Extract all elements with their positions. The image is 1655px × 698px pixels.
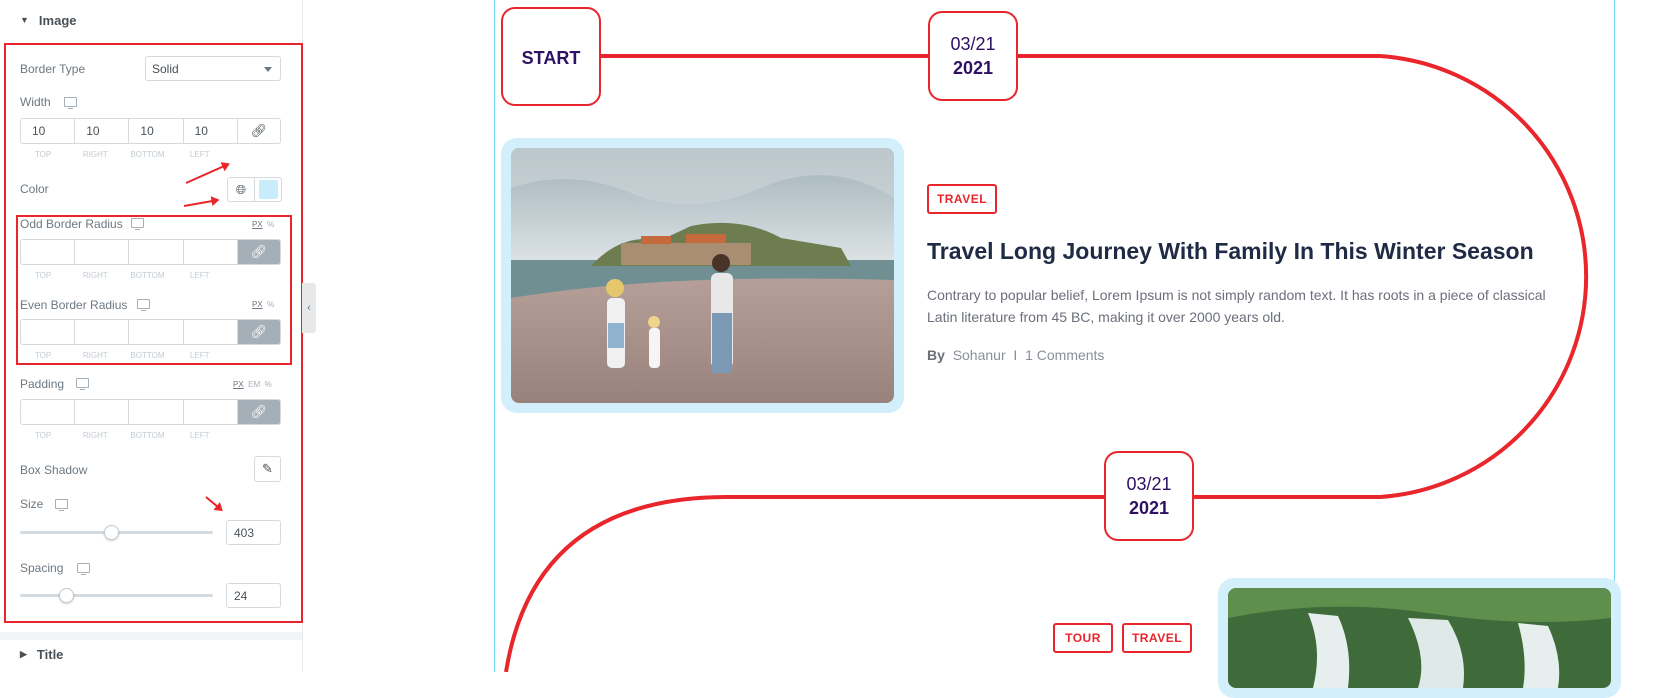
meta-by: By	[927, 347, 945, 363]
year-text: 2021	[952, 58, 994, 78]
post-meta: By Sohanur I 1 Comments	[927, 347, 1104, 363]
date-text: 03/21	[1126, 474, 1172, 494]
date-node: 03/21 2021	[1104, 451, 1194, 541]
post-image-frame	[501, 138, 904, 413]
start-label: START	[521, 48, 581, 68]
category-tag[interactable]: TRAVEL	[1122, 623, 1192, 653]
post-image[interactable]	[1228, 588, 1611, 688]
category-tag[interactable]: TOUR	[1053, 623, 1113, 653]
meta-comments[interactable]: 1 Comments	[1025, 347, 1104, 363]
post-image-frame	[1218, 578, 1621, 698]
meta-author[interactable]: Sohanur	[953, 347, 1006, 363]
year-text: 2021	[1128, 498, 1170, 518]
date-text: 03/21	[950, 34, 996, 54]
post-image[interactable]	[511, 148, 894, 403]
start-node: START	[501, 7, 601, 106]
post-excerpt: Contrary to popular belief, Lorem Ipsum …	[927, 287, 1546, 325]
meta-separator: I	[1013, 347, 1018, 363]
category-tag[interactable]: TRAVEL	[927, 184, 997, 214]
post-title[interactable]: Travel Long Journey With Family In This …	[927, 238, 1534, 265]
date-node: 03/21 2021	[928, 11, 1018, 101]
